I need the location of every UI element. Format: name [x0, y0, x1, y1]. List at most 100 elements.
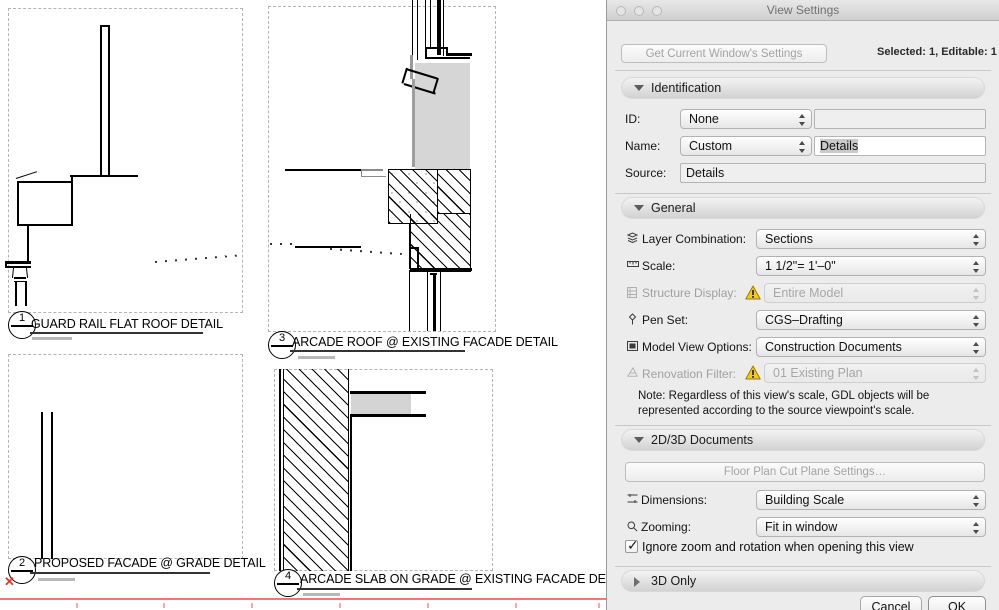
selection-status: Selected: 1, Editable: 1 [877, 46, 997, 58]
section-general-header[interactable]: General [621, 197, 985, 219]
masonry-hatch-upper [438, 169, 471, 214]
grade-reference-line [0, 598, 606, 600]
stepper-arrows-icon[interactable] [799, 140, 806, 154]
detail-2-number: 2 [18, 557, 26, 569]
source-text-field: Details [680, 163, 986, 183]
renovation-filter-select: 01 Existing Plan [764, 363, 986, 383]
renovation-filter-value: 01 Existing Plan [773, 366, 863, 380]
id-text-field[interactable] [814, 109, 986, 129]
model-view-options-value: Construction Documents [765, 340, 902, 354]
masonry-hatch-lower [410, 214, 471, 272]
section-general-label: General [651, 201, 696, 215]
stepper-arrows-icon[interactable] [973, 521, 980, 535]
ok-button[interactable]: OK [928, 596, 986, 610]
structure-display-value: Entire Model [773, 286, 844, 300]
pen-set-label: Pen Set: [642, 313, 689, 327]
view-settings-dialog[interactable]: View Settings Get Current Window's Setti… [606, 0, 999, 610]
layer-combination-label: Layer Combination: [642, 232, 747, 246]
chevron-down-icon[interactable] [634, 85, 644, 91]
stepper-arrows-icon [973, 287, 980, 301]
detail-1-rule [30, 332, 203, 334]
model-view-options-label: Model View Options: [642, 340, 752, 354]
pen-icon [628, 313, 637, 325]
dialog-titlebar[interactable]: View Settings [607, 0, 999, 21]
warning-icon [745, 365, 761, 380]
section-2d3d-documents-label: 2D/3D Documents [651, 433, 754, 447]
name-text-value: Details [820, 139, 859, 153]
pen-set-value: CGS–Drafting [765, 313, 843, 327]
detail-4-number: 4 [284, 570, 292, 582]
name-label: Name: [625, 139, 661, 153]
cad-drawing-canvas[interactable]: 1 GUARD RAIL FLAT ROOF DETAIL 2 PROPOSED… [0, 0, 606, 610]
dimensions-select[interactable]: Building Scale [756, 490, 986, 510]
name-select-value: Custom [689, 139, 733, 153]
pen-set-select[interactable]: CGS–Drafting [756, 310, 986, 330]
detail-2-title: PROPOSED FACADE @ GRADE DETAIL [34, 556, 266, 570]
model-view-icon [627, 341, 638, 351]
chevron-down-icon[interactable] [634, 437, 644, 443]
magnifier-icon [627, 521, 638, 532]
name-select[interactable]: Custom [680, 136, 812, 156]
detail-2-rule [30, 572, 210, 574]
zooming-label: Zooming: [641, 520, 692, 534]
structure-display-label: Structure Display: [642, 286, 737, 300]
dialog-body: Get Current Window's Settings Selected: … [607, 21, 999, 610]
divider [615, 193, 991, 194]
layers-icon [627, 232, 638, 243]
floor-plan-cut-plane-settings-button: Floor Plan Cut Plane Settings… [625, 462, 985, 482]
id-select[interactable]: None [680, 109, 812, 129]
stepper-arrows-icon[interactable] [973, 233, 980, 247]
section-identification-label: Identification [651, 81, 722, 95]
stepper-arrows-icon[interactable] [973, 494, 980, 508]
checkmark-icon: ✓ [627, 537, 639, 553]
detail-1-title: GUARD RAIL FLAT ROOF DETAIL [31, 317, 224, 331]
model-view-options-select[interactable]: Construction Documents [756, 337, 986, 357]
section-identification-header[interactable]: Identification [621, 77, 985, 99]
detail-2-subrule [38, 578, 75, 581]
grade-tick [598, 603, 600, 608]
detail-3-subrule [298, 356, 335, 359]
name-text-field[interactable]: Details [814, 136, 986, 156]
structure-icon [627, 287, 637, 298]
section-3d-only-header[interactable]: 3D Only [621, 570, 985, 592]
ignore-zoom-checkbox[interactable]: ✓ [625, 537, 639, 553]
grade-tick [339, 603, 341, 608]
stepper-arrows-icon[interactable] [973, 260, 980, 274]
layer-combination-value: Sections [765, 232, 813, 246]
scale-value: 1 1/2"= 1'–0" [765, 259, 836, 273]
section-3d-only-label: 3D Only [651, 574, 697, 588]
layer-combination-select[interactable]: Sections [756, 229, 986, 249]
existing-wall-hatch [283, 369, 349, 571]
detail-4-subrule [303, 593, 340, 596]
dimensions-value: Building Scale [765, 493, 845, 507]
id-select-value: None [689, 112, 719, 126]
divider [615, 425, 991, 426]
ignore-zoom-checkbox-label[interactable]: Ignore zoom and rotation when opening th… [642, 540, 914, 554]
stepper-arrows-icon[interactable] [799, 113, 806, 127]
general-note: Note: Regardless of this view's scale, G… [638, 390, 930, 417]
error-marker-x: ✕ [4, 574, 15, 589]
get-current-window-settings-button[interactable]: Get Current Window's Settings [621, 44, 827, 63]
section-2d3d-documents-header[interactable]: 2D/3D Documents [621, 429, 985, 451]
stepper-arrows-icon [973, 367, 980, 381]
marker-divider [277, 583, 299, 585]
grade-tick [515, 603, 517, 608]
detail-3-rule [290, 350, 465, 352]
detail-4-rule [297, 588, 472, 590]
zooming-select[interactable]: Fit in window [756, 517, 986, 537]
scale-select[interactable]: 1 1/2"= 1'–0" [756, 256, 986, 276]
grade-tick [427, 603, 429, 608]
dialog-title: View Settings [766, 3, 840, 17]
renovation-icon [627, 367, 638, 377]
grade-tick [163, 603, 165, 608]
marker-divider [271, 345, 293, 347]
source-text-value: Details [686, 166, 725, 180]
chevron-down-icon[interactable] [634, 205, 644, 211]
detail-1-frame [8, 8, 243, 313]
stepper-arrows-icon[interactable] [973, 341, 980, 355]
cancel-button[interactable]: Cancel [860, 596, 922, 610]
chevron-right-icon[interactable] [634, 577, 640, 587]
divider [615, 566, 991, 567]
stepper-arrows-icon[interactable] [973, 314, 980, 328]
scale-label: Scale: [642, 259, 676, 273]
